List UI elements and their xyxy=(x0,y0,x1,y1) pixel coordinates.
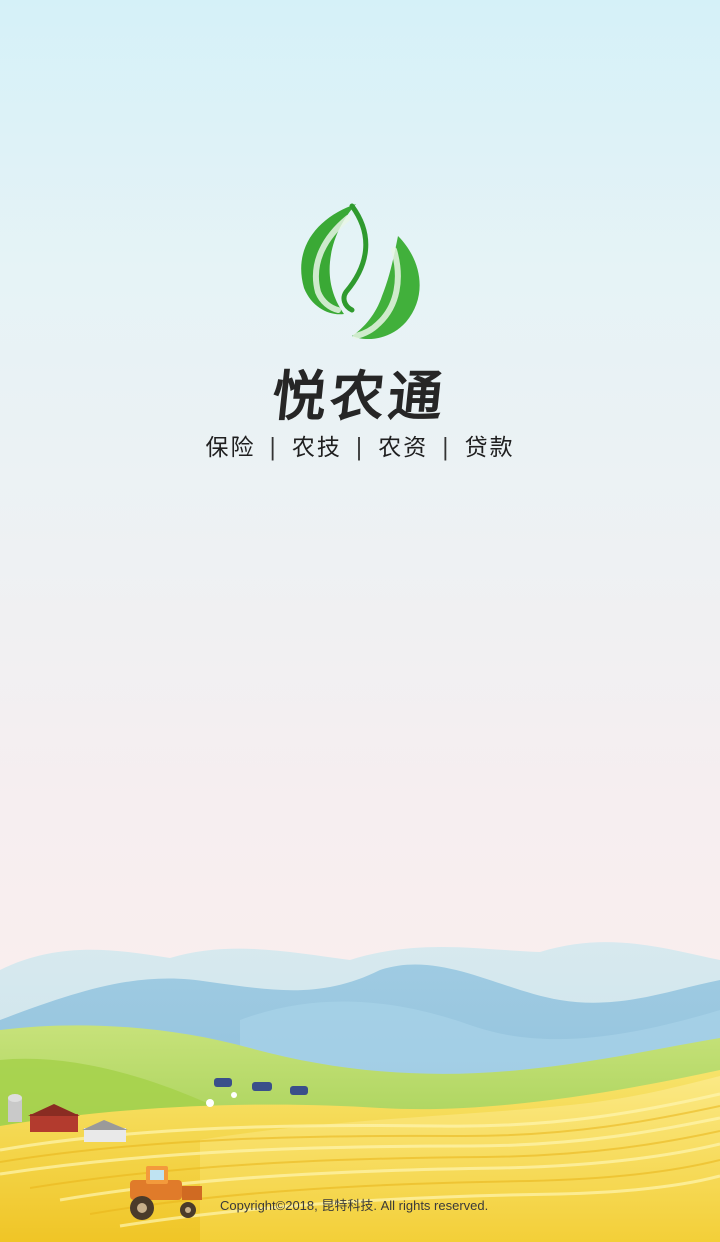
splash-screen: 悦农通 保险 | 农技 | 农资 | 贷款 Copyright©2018, 昆特… xyxy=(0,0,720,1242)
service-agri-supplies: 农资 xyxy=(378,435,429,461)
separator: | xyxy=(268,435,279,461)
copyright-text: Copyright©2018, 昆特科技. All rights reserve… xyxy=(220,1198,489,1213)
separator: | xyxy=(441,435,452,461)
app-name: 悦农通 xyxy=(269,364,450,428)
service-insurance: 保险 xyxy=(205,435,256,461)
service-tagline: 保险 | 农技 | 农资 | 贷款 xyxy=(0,428,720,462)
separator: | xyxy=(355,435,365,461)
silo-icon xyxy=(8,1094,22,1122)
service-loans: 贷款 xyxy=(464,435,515,461)
service-agri-tech: 农技 xyxy=(291,435,342,461)
leaf-logo-icon xyxy=(301,203,420,340)
